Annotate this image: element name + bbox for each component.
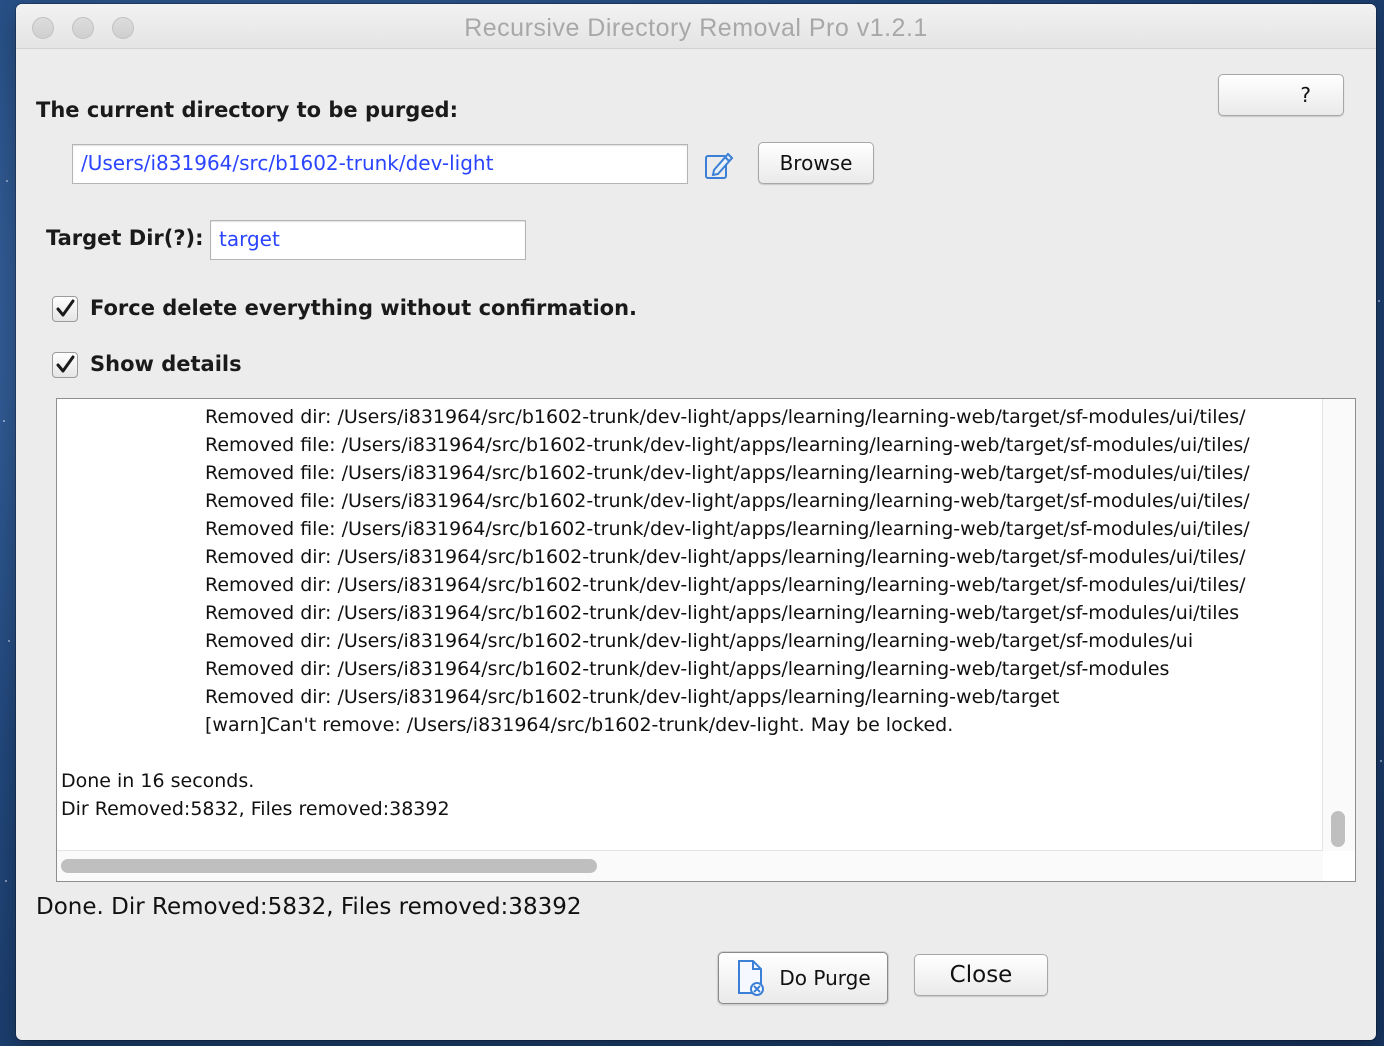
log-line: Removed dir: /Users/i831964/src/b1602-tr…: [205, 630, 1194, 652]
log-summary-counts: Dir Removed:5832, Files removed:38392: [61, 798, 450, 820]
vertical-scroll-thumb[interactable]: [1331, 811, 1345, 847]
window-title: Recursive Directory Removal Pro v1.2.1: [464, 14, 928, 42]
directory-label: The current directory to be purged:: [36, 98, 458, 122]
app-window: Recursive Directory Removal Pro v1.2.1 ?…: [16, 4, 1376, 1040]
edit-icon[interactable]: [702, 148, 736, 182]
close-button-label: Close: [949, 962, 1013, 988]
log-content: Removed dir: /Users/i831964/src/b1602-tr…: [61, 403, 1321, 851]
log-line: Removed dir: /Users/i831964/src/b1602-tr…: [205, 658, 1170, 680]
show-details-label: Show details: [90, 352, 242, 376]
log-summary-done: Done in 16 seconds.: [61, 770, 255, 792]
horizontal-scrollbar[interactable]: [57, 850, 1323, 881]
purge-document-icon: [735, 959, 767, 997]
target-dir-input[interactable]: target: [210, 220, 526, 260]
directory-input[interactable]: /Users/i831964/src/b1602-trunk/dev-light: [72, 144, 688, 184]
target-dir-label: Target Dir(?):: [46, 226, 204, 250]
do-purge-button[interactable]: Do Purge: [718, 952, 888, 1004]
log-line: Removed dir: /Users/i831964/src/b1602-tr…: [205, 602, 1240, 624]
browse-button-label: Browse: [779, 151, 853, 175]
force-delete-label: Force delete everything without confirma…: [90, 296, 637, 320]
log-line: Removed dir: /Users/i831964/src/b1602-tr…: [205, 546, 1246, 568]
show-details-checkbox[interactable]: [52, 352, 78, 378]
log-line: Removed dir: /Users/i831964/src/b1602-tr…: [205, 686, 1060, 708]
log-line: Removed file: /Users/i831964/src/b1602-t…: [205, 490, 1250, 512]
do-purge-label: Do Purge: [779, 966, 871, 990]
log-line: Removed dir: /Users/i831964/src/b1602-tr…: [205, 406, 1246, 428]
log-blank-line: [61, 739, 1321, 767]
horizontal-scroll-thumb[interactable]: [61, 859, 597, 873]
vertical-scrollbar[interactable]: [1322, 399, 1355, 851]
status-text: Done. Dir Removed:5832, Files removed:38…: [36, 894, 582, 920]
log-line: Removed dir: /Users/i831964/src/b1602-tr…: [205, 574, 1246, 596]
checkmark-icon: [56, 299, 75, 317]
log-warning-line: [warn]Can't remove: /Users/i831964/src/b…: [205, 714, 954, 736]
log-line: Removed file: /Users/i831964/src/b1602-t…: [205, 518, 1250, 540]
log-line: Removed file: /Users/i831964/src/b1602-t…: [205, 434, 1250, 456]
log-line: Removed file: /Users/i831964/src/b1602-t…: [205, 462, 1250, 484]
browse-button[interactable]: Browse: [758, 142, 874, 184]
details-log[interactable]: Removed dir: /Users/i831964/src/b1602-tr…: [56, 398, 1356, 882]
help-button-label: ?: [1300, 83, 1311, 107]
help-button[interactable]: ?: [1218, 74, 1344, 116]
checkmark-icon: [56, 355, 75, 373]
close-button[interactable]: Close: [914, 954, 1048, 996]
title-bar[interactable]: Recursive Directory Removal Pro v1.2.1: [16, 4, 1376, 49]
force-delete-checkbox[interactable]: [52, 296, 78, 322]
